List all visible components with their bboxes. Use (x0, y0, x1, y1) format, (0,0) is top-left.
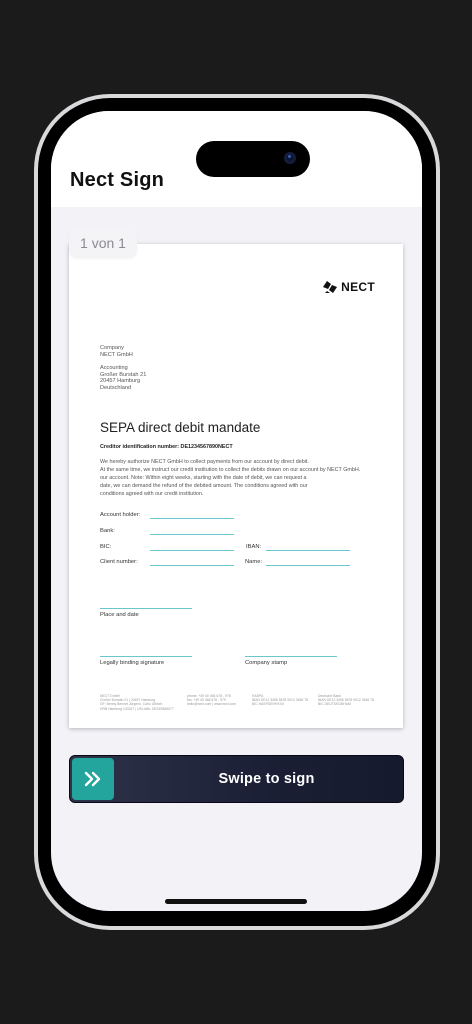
name-label: Name: (245, 559, 263, 565)
bic-field[interactable] (150, 550, 234, 551)
chevron-double-right-icon (84, 771, 101, 787)
company-label: Company (100, 345, 124, 351)
name-field[interactable] (266, 565, 350, 566)
home-indicator[interactable] (165, 899, 307, 904)
mandate-line: conditions agreed with our credit instit… (100, 491, 204, 497)
phone-frame: Nect Sign 1 von 1 NECT Company NECT GmbH (34, 94, 440, 930)
bank-field[interactable] (150, 534, 234, 535)
signature-line[interactable] (100, 656, 192, 657)
footer-line: hello@nect.com | www.nect.com (187, 702, 236, 707)
footer-bank-haspa: HASPA IBAN DE12 3456 5678 9012 3456 78 B… (252, 694, 308, 707)
page-indicator-badge: 1 von 1 (69, 228, 137, 258)
client-number-label: Client number: (100, 559, 138, 565)
footer-line: BIC HASPDEHHXXX (252, 702, 285, 707)
nect-logo-icon (323, 281, 338, 293)
bic-label: BIC: (100, 544, 112, 550)
department-name: Accounting (100, 365, 128, 371)
bank-label: Bank: (100, 528, 115, 534)
iban-field[interactable] (266, 550, 350, 551)
company-stamp-label: Company stamp (245, 660, 288, 666)
page-title: Nect Sign (70, 169, 165, 191)
footer-bank-deutsche: Deutsche Bank IBAN DE12 3456 5678 9012 3… (318, 694, 374, 707)
city: 20457 Hamburg (100, 378, 141, 385)
footer-company: NECT GmbH Großer Burstah 21 | 20457 Hamb… (100, 694, 174, 711)
iban-label: IBAN: (246, 544, 262, 550)
company-stamp-line[interactable] (245, 656, 337, 657)
account-holder-label: Account holder: (100, 512, 141, 518)
swipe-label: Swipe to sign (218, 771, 315, 787)
swipe-handle[interactable] (72, 758, 114, 800)
mandate-line: At the same time, we instruct our credit… (100, 467, 361, 473)
camera-icon (284, 152, 296, 164)
swipe-to-sign-slider[interactable]: Swipe to sign (69, 755, 404, 803)
document-page[interactable]: NECT Company NECT GmbH Accounting Großer… (69, 244, 403, 728)
document-title: SEPA direct debit mandate (100, 420, 261, 435)
company-name: NECT GmbH (100, 351, 133, 358)
creditor-id: Creditor identification number: DE123456… (100, 444, 233, 450)
client-number-field[interactable] (150, 565, 234, 566)
place-date-label: Place and date (100, 612, 139, 618)
mandate-line: our account. Note: Within eight weeks, s… (100, 475, 307, 481)
screen: Nect Sign 1 von 1 NECT Company NECT GmbH (51, 111, 422, 911)
footer-contact: phone: +49 40 466 678 - 978 fax: +49 40 … (187, 694, 236, 707)
mandate-text: We hereby authorize NECT GmbH to collect… (100, 458, 380, 498)
street: Großer Burstah 21 (100, 371, 147, 378)
phone-bezel: Nect Sign 1 von 1 NECT Company NECT GmbH (38, 98, 436, 926)
department-address: Accounting Großer Burstah 21 20457 Hambu… (100, 365, 146, 391)
account-holder-field[interactable] (150, 518, 234, 519)
nect-logo: NECT (322, 280, 375, 294)
signature-label: Legally binding signature (100, 660, 165, 666)
country: Deutschland (100, 384, 132, 391)
nect-logo-text: NECT (341, 280, 375, 294)
dynamic-island (196, 141, 310, 177)
company-address: Company NECT GmbH (100, 345, 133, 358)
place-date-line[interactable] (100, 608, 192, 609)
footer-line: BIC DEUTDEDBHAM (318, 702, 351, 707)
footer-line: HRB Hamburg 143327 | USt-IdNr. DE3195650… (100, 706, 174, 711)
mandate-line: We hereby authorize NECT GmbH to collect… (100, 459, 309, 465)
mandate-line: date, we can demand the refund of the de… (100, 483, 308, 489)
